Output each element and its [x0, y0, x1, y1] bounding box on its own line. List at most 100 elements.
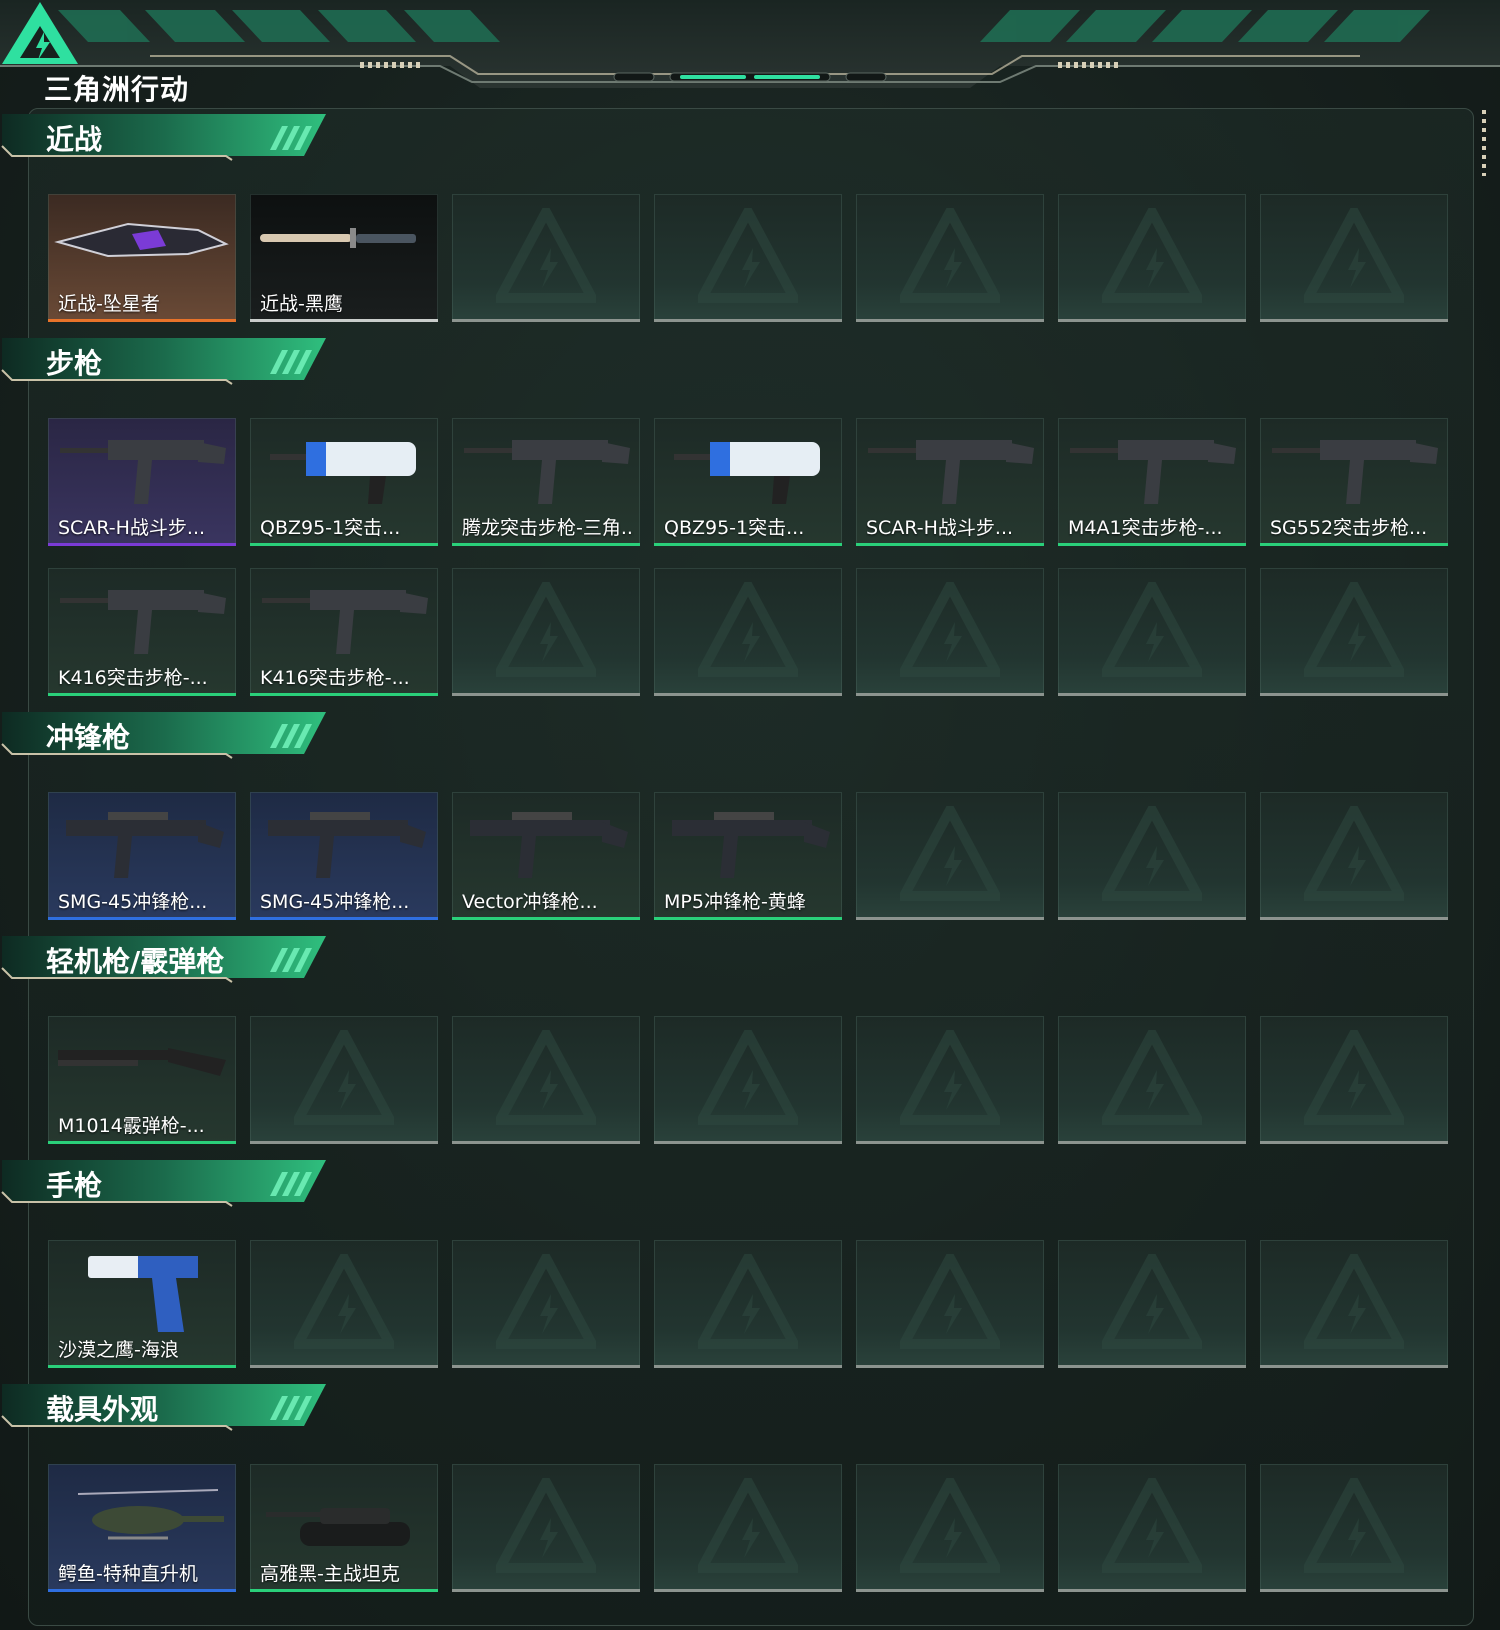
item-card[interactable]: 鳄鱼-特种直升机	[48, 1464, 236, 1592]
delta-watermark-icon	[1304, 582, 1404, 677]
item-card[interactable]: MP5冲锋枪-黄蜂	[654, 792, 842, 920]
empty-slot	[1058, 568, 1246, 696]
empty-slot	[250, 1240, 438, 1368]
empty-slot	[1260, 194, 1448, 322]
empty-slot	[856, 194, 1044, 322]
slot-bar	[1058, 1365, 1246, 1368]
item-label: Vector冲锋枪...	[462, 891, 598, 913]
item-card[interactable]: 近战-坠星者	[48, 194, 236, 322]
item-card[interactable]: SCAR-H战斗步...	[48, 418, 236, 546]
section-header: 冲锋枪	[0, 710, 330, 762]
rarity-bar	[250, 1589, 438, 1592]
rarity-bar	[250, 543, 438, 546]
item-label: M1014霰弹枪-...	[58, 1115, 205, 1137]
scroll-indicator[interactable]	[1482, 110, 1486, 176]
item-card[interactable]: K416突击步枪-...	[250, 568, 438, 696]
item-card[interactable]: K416突击步枪-...	[48, 568, 236, 696]
rarity-bar	[48, 319, 236, 322]
melee-blade-icon	[54, 222, 229, 258]
item-label: 近战-坠星者	[58, 293, 160, 315]
item-card[interactable]: 腾龙突击步枪-三角...	[452, 418, 640, 546]
slot-bar	[1260, 1141, 1448, 1144]
rarity-bar	[48, 693, 236, 696]
delta-watermark-icon	[1102, 1030, 1202, 1125]
item-label: M4A1突击步枪-...	[1068, 517, 1223, 539]
delta-watermark-icon	[900, 1478, 1000, 1573]
item-card[interactable]: SG552突击步枪...	[1260, 418, 1448, 546]
item-card[interactable]: M1014霰弹枪-...	[48, 1016, 236, 1144]
item-card[interactable]: QBZ95-1突击...	[250, 418, 438, 546]
item-card[interactable]: 高雅黑-主战坦克	[250, 1464, 438, 1592]
rarity-bar	[48, 1365, 236, 1368]
item-card[interactable]: 近战-黑鹰	[250, 194, 438, 322]
empty-slot	[654, 1240, 842, 1368]
delta-watermark-icon	[496, 1478, 596, 1573]
item-label: K416突击步枪-...	[58, 667, 208, 689]
empty-slot	[654, 194, 842, 322]
delta-watermark-icon	[496, 1254, 596, 1349]
item-card[interactable]: M4A1突击步枪-...	[1058, 418, 1246, 546]
rifle-icon	[60, 590, 226, 654]
empty-slot	[1260, 792, 1448, 920]
rifle-icon	[1272, 440, 1438, 504]
rarity-bar	[48, 1141, 236, 1144]
empty-slot	[452, 1016, 640, 1144]
empty-slot	[856, 1240, 1044, 1368]
rarity-bar	[654, 543, 842, 546]
section-header: 近战	[0, 112, 330, 164]
slot-bar	[856, 1365, 1044, 1368]
rarity-bar	[452, 917, 640, 920]
delta-watermark-icon	[698, 582, 798, 677]
slot-bar	[1260, 1365, 1448, 1368]
section-title: 近战	[46, 123, 103, 156]
slot-bar	[452, 1365, 640, 1368]
rarity-bar	[48, 1589, 236, 1592]
section-header: 轻机枪/霰弹枪	[0, 934, 330, 986]
bullpup-rifle-icon	[270, 442, 416, 504]
item-card[interactable]: Vector冲锋枪...	[452, 792, 640, 920]
empty-slot	[654, 568, 842, 696]
slot-bar	[654, 1589, 842, 1592]
slot-bar	[452, 319, 640, 322]
slot-bar	[452, 693, 640, 696]
slot-bar	[654, 1365, 842, 1368]
rifle-icon	[464, 440, 630, 504]
smg-icon	[268, 812, 426, 878]
header: 三角洲行动	[0, 0, 1500, 110]
rarity-bar	[654, 917, 842, 920]
item-card[interactable]: 沙漠之鹰-海浪	[48, 1240, 236, 1368]
smg-icon	[470, 812, 628, 878]
shotgun-icon	[58, 1048, 226, 1076]
bullpup-rifle-icon	[674, 442, 820, 504]
item-card[interactable]: SMG-45冲锋枪...	[250, 792, 438, 920]
item-card[interactable]: SMG-45冲锋枪...	[48, 792, 236, 920]
delta-watermark-icon	[698, 208, 798, 303]
empty-slot	[654, 1016, 842, 1144]
empty-slot	[250, 1016, 438, 1144]
rifle-icon	[1070, 440, 1236, 504]
rifle-icon	[60, 440, 226, 504]
item-card[interactable]: SCAR-H战斗步...	[856, 418, 1044, 546]
delta-watermark-icon	[496, 208, 596, 303]
slot-bar	[1260, 319, 1448, 322]
smg-icon	[66, 812, 224, 878]
item-label: K416突击步枪-...	[260, 667, 410, 689]
item-label: SCAR-H战斗步...	[866, 517, 1014, 539]
header-frame	[0, 0, 1500, 88]
delta-watermark-icon	[1102, 1478, 1202, 1573]
smg-icon	[672, 812, 830, 878]
section-header: 载具外观	[0, 1382, 330, 1434]
item-label: 鳄鱼-特种直升机	[58, 1563, 198, 1585]
delta-watermark-icon	[1102, 1254, 1202, 1349]
slot-bar	[856, 319, 1044, 322]
empty-slot	[856, 568, 1044, 696]
slot-bar	[1058, 1141, 1246, 1144]
empty-slot	[1260, 1240, 1448, 1368]
slot-bar	[856, 1589, 1044, 1592]
item-card[interactable]: QBZ95-1突击...	[654, 418, 842, 546]
delta-watermark-icon	[496, 582, 596, 677]
rarity-bar	[856, 543, 1044, 546]
empty-slot	[452, 194, 640, 322]
delta-watermark-icon	[1304, 1030, 1404, 1125]
empty-slot	[1058, 1240, 1246, 1368]
